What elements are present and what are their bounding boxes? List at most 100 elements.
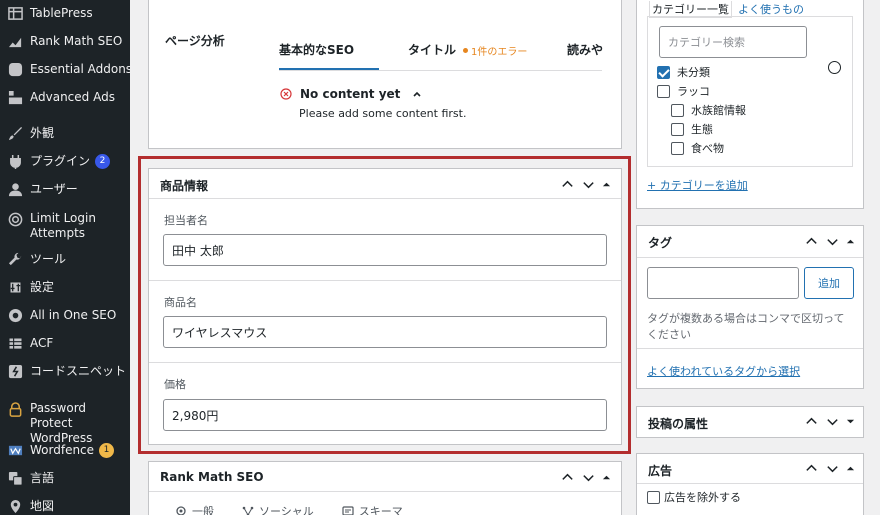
category-item[interactable]: 生態: [671, 121, 713, 137]
sidebar-item-label: 地図: [30, 499, 55, 513]
chevron-up-icon[interactable]: [804, 461, 819, 476]
product-info-panel: 商品情報 担当者名 田中 太郎 商品名 ワイヤレスマウス 価格 2,980円: [148, 168, 622, 445]
chevron-down-icon[interactable]: [825, 461, 840, 476]
rank-math-panel: Rank Math SEO 一般 ソーシャル スキーマ: [148, 461, 622, 515]
settings-icon: [0, 280, 30, 295]
categories-panel: カテゴリー一覧 よく使うもの カテゴリー検索 未分類 ラッコ 水族館情報 生態 …: [636, 0, 864, 209]
checkbox[interactable]: [671, 122, 684, 136]
chevron-down-icon[interactable]: [825, 234, 840, 249]
checkbox[interactable]: [671, 141, 684, 155]
chevron-down-icon[interactable]: [581, 470, 596, 485]
add-category-link[interactable]: + カテゴリーを追加: [647, 177, 748, 193]
sidebar-item-acf[interactable]: ACF: [0, 336, 130, 351]
category-label: 未分類: [677, 66, 710, 79]
panel-controls: [560, 470, 611, 485]
sidebar-item-label: Wordfence: [30, 443, 95, 457]
checkbox[interactable]: [657, 65, 670, 79]
update-count-badge: 2: [95, 154, 111, 169]
category-item[interactable]: ラッコ: [657, 83, 710, 99]
chevron-up-icon[interactable]: [804, 414, 819, 429]
tab-basic-seo[interactable]: 基本的なSEO: [279, 41, 354, 58]
lock-icon: [0, 401, 30, 417]
category-item[interactable]: 食べ物: [671, 140, 724, 156]
sidebar-item-tools[interactable]: ツール: [0, 252, 130, 267]
checkbox[interactable]: [671, 103, 684, 117]
category-item[interactable]: 水族館情報: [671, 102, 746, 118]
sidebar-item-languages[interactable]: 言語: [0, 471, 130, 486]
aioseo-icon: [0, 308, 30, 323]
sidebar-item-label: Rank Math SEO: [30, 34, 123, 48]
category-search-input[interactable]: カテゴリー検索: [659, 26, 807, 58]
chevron-up-icon[interactable]: [412, 89, 422, 99]
collapse-triangle-icon[interactable]: [846, 464, 855, 473]
plugin-icon: [0, 154, 30, 169]
tab-readability[interactable]: 読みや: [567, 41, 603, 58]
collapse-triangle-icon[interactable]: [602, 473, 611, 482]
chevron-down-icon[interactable]: [825, 414, 840, 429]
tags-title: タグ: [648, 236, 673, 250]
sidebar-item-limit-login[interactable]: Limit Login Attempts: [0, 211, 130, 241]
map-pin-icon: [0, 499, 30, 514]
tab-title[interactable]: タイトル: [408, 41, 456, 58]
sidebar-item-settings[interactable]: 設定: [0, 280, 130, 295]
sidebar-item-essential-addons[interactable]: Essential Addons: [0, 62, 132, 77]
category-item[interactable]: 未分類: [657, 64, 710, 80]
page-analysis-label: ページ分析: [165, 34, 225, 48]
panel-controls: [804, 234, 855, 249]
tab-label: ソーシャル: [259, 505, 314, 515]
radio-button[interactable]: [828, 61, 841, 74]
tab-schema[interactable]: スキーマ: [342, 503, 403, 515]
field-label-price: 価格: [164, 378, 186, 391]
wrench-icon: [0, 252, 30, 267]
category-list-box: カテゴリー検索 未分類 ラッコ 水族館情報 生態 食べ物: [647, 16, 853, 167]
collapse-triangle-icon[interactable]: [602, 180, 611, 189]
tab-label: スキーマ: [358, 505, 403, 515]
tag-help-text: タグが複数ある場合はコンマで区切ってください: [647, 312, 845, 341]
checkbox[interactable]: [657, 84, 670, 98]
sidebar-item-label: TablePress: [30, 6, 93, 20]
header-divider: [637, 483, 863, 484]
schema-icon: [342, 506, 354, 515]
ads-title: 広告: [648, 464, 673, 478]
add-tag-button[interactable]: 追加: [804, 267, 854, 299]
post-attributes-title: 投稿の属性: [648, 417, 709, 431]
sidebar-item-aioseo[interactable]: All in One SEO: [0, 308, 130, 323]
admin-sidebar: TablePress Rank Math SEO Essential Addon…: [0, 0, 132, 515]
share-icon: [242, 506, 254, 515]
tab-social[interactable]: ソーシャル: [242, 503, 314, 515]
panel-controls: [804, 414, 855, 429]
sidebar-item-users[interactable]: ユーザー: [0, 182, 130, 197]
tag-input[interactable]: [647, 267, 799, 299]
popular-tags-link[interactable]: よく使われているタグから選択: [647, 363, 800, 379]
sidebar-item-label: ACF: [30, 336, 54, 350]
sidebar-item-advanced-ads[interactable]: Advanced Ads: [0, 90, 130, 105]
header-divider: [637, 257, 863, 258]
expand-triangle-icon[interactable]: [846, 417, 855, 426]
sidebar-item-appearance[interactable]: 外観: [0, 126, 130, 141]
panel-controls: [560, 177, 611, 192]
user-icon: [0, 182, 30, 197]
sidebar-item-tablepress[interactable]: TablePress: [0, 6, 130, 21]
checkbox[interactable]: [647, 490, 660, 504]
chevron-up-icon[interactable]: [560, 470, 575, 485]
sidebar-item-code-snippets[interactable]: コードスニペット: [0, 364, 130, 379]
sidebar-item-rank-math[interactable]: Rank Math SEO: [0, 34, 130, 49]
post-attributes-panel: 投稿の属性: [636, 406, 864, 438]
sidebar-item-map[interactable]: 地図: [0, 499, 130, 514]
sidebar-item-password-protect[interactable]: Password Protect WordPress: [0, 401, 130, 446]
exclude-ads-row[interactable]: 広告を除外する: [647, 489, 741, 505]
product-name-input[interactable]: ワイヤレスマウス: [163, 316, 607, 348]
price-input[interactable]: 2,980円: [163, 399, 607, 431]
rank-math-title: Rank Math SEO: [160, 470, 264, 484]
field-divider: [149, 362, 621, 363]
rankmath-icon: [0, 34, 30, 49]
chevron-up-icon[interactable]: [560, 177, 575, 192]
sidebar-item-wordfence[interactable]: Wordfence 1: [0, 443, 130, 458]
sidebar-item-plugins[interactable]: プラグイン 2: [0, 154, 130, 169]
chevron-up-icon[interactable]: [804, 234, 819, 249]
person-input[interactable]: 田中 太郎: [163, 234, 607, 266]
chevron-down-icon[interactable]: [581, 177, 596, 192]
panel-controls: [804, 461, 855, 476]
collapse-triangle-icon[interactable]: [846, 237, 855, 246]
tab-general[interactable]: 一般: [175, 503, 214, 515]
